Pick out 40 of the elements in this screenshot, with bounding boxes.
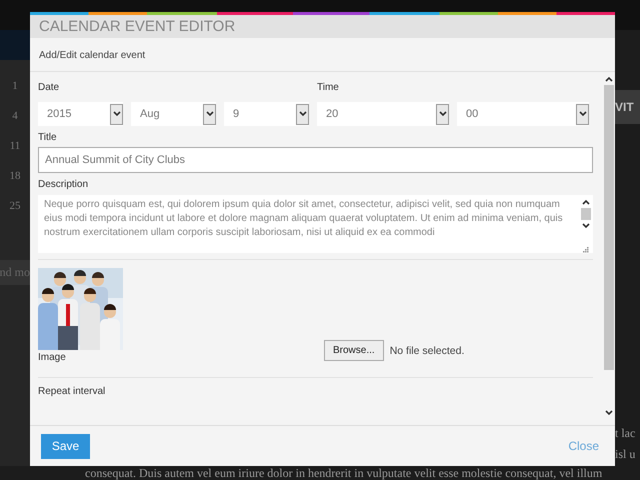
- calendar-day: 25: [10, 200, 20, 212]
- close-link[interactable]: Close: [568, 439, 599, 453]
- field-label: Title: [38, 132, 58, 143]
- caret-icon: [206, 111, 214, 117]
- resize-grip-icon[interactable]: [583, 247, 589, 253]
- title-field[interactable]: Annual Summit of City Clubs: [38, 147, 593, 173]
- scroll-up-icon: [605, 76, 613, 82]
- heading-text: VIT: [615, 90, 640, 124]
- dialog-title: CALENDAR EVENT EDITOR: [39, 18, 236, 35]
- body-text: isl u: [615, 447, 636, 462]
- calendar-day: 18: [10, 170, 20, 182]
- dropdown[interactable]: 2015: [38, 102, 123, 126]
- dropdown[interactable]: 00: [457, 102, 589, 126]
- calendar-day: 1: [12, 80, 18, 92]
- dropdown[interactable]: 9: [224, 102, 309, 126]
- body-text: t lac: [615, 426, 636, 441]
- calendar-day: 4: [12, 110, 18, 122]
- browse-button[interactable]: Browse...: [324, 340, 384, 361]
- caret-icon: [438, 111, 446, 117]
- caret-icon: [112, 111, 120, 117]
- scrollbar-thumb[interactable]: [604, 85, 614, 370]
- dropdown[interactable]: Aug: [131, 102, 216, 126]
- dialog-subtitle: Add/Edit calendar event: [30, 38, 615, 72]
- field-label: Image: [38, 352, 67, 363]
- scroll-up-icon: [582, 199, 590, 205]
- caret-icon: [578, 111, 586, 117]
- description-field[interactable]: Neque porro quisquam est, qui dolorem ipsum quia dolor sit amet, consectetur, adipisci velit, sed quia non numquam eius modi tempora incidunt ut labore et dolore magnam aliquam quaerat voluptatem. Ut enim ad minima veniam, quis nostrum exercitationem ullam corporis suscipit laboriosam, nisi ut aliquid ex ea commodi: [38, 195, 593, 253]
- field-label: Description: [38, 179, 90, 190]
- save-button[interactable]: Save: [41, 434, 90, 458]
- body-text: consequat. Duis autem vel eum iriure dolor in hendrerit in vulputate velit esse molestie consequat, vel illum: [84, 466, 604, 480]
- calendar-day: 11: [10, 140, 20, 152]
- scrollbar-thumb[interactable]: [581, 208, 591, 220]
- dropdown[interactable]: 20: [317, 102, 449, 126]
- file-status: No file selected.: [390, 345, 464, 357]
- scroll-down-icon: [605, 410, 613, 416]
- caret-icon: [298, 111, 306, 117]
- field-label: Date: [38, 82, 60, 93]
- field-label: Time: [317, 82, 340, 93]
- field-label: Repeat interval: [38, 386, 106, 397]
- scroll-down-icon: [582, 223, 590, 229]
